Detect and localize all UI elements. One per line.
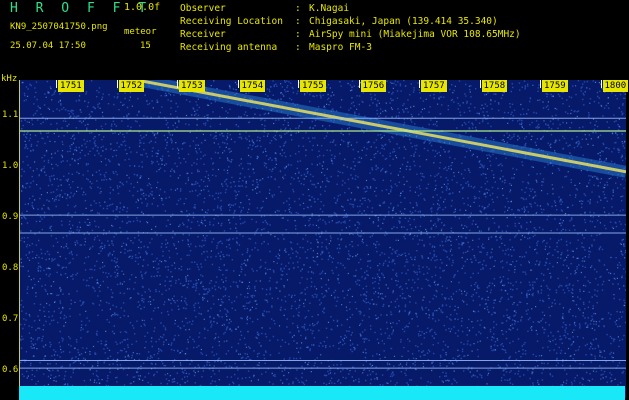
info-row-observer: Observer: K.Nagai — [180, 3, 350, 14]
x-tick-label: 1756 — [360, 80, 387, 92]
y-axis-unit: kHz — [1, 74, 18, 84]
x-tick-label: 1751 — [58, 80, 84, 92]
x-tick-label: 1753 — [179, 80, 205, 92]
x-tick-mark — [56, 80, 57, 88]
y-tick-label: 0.8 — [2, 262, 19, 273]
x-tick-label: 1754 — [239, 80, 266, 92]
meteor-label: meteor — [124, 27, 157, 37]
meteor-count: 15 — [140, 41, 151, 51]
x-tick-mark — [419, 80, 420, 88]
x-tick-mark — [237, 80, 239, 88]
spectrogram-svg — [20, 80, 626, 388]
y-tick-label: 0.6 — [2, 364, 19, 375]
version-label: 1.0.0f — [124, 2, 161, 13]
x-tick-mark — [116, 80, 118, 88]
x-tick-mark — [600, 80, 602, 88]
y-tick-label: 1.0 — [2, 160, 19, 171]
info-row-receiver: Receiver: AirSpy mini (Miakejima VOR 108.… — [180, 29, 521, 40]
x-tick-label: 1755 — [300, 80, 326, 92]
x-tick-mark — [479, 80, 481, 88]
x-tick-label: 1759 — [542, 80, 568, 92]
y-tick-label: 1.1 — [2, 109, 19, 120]
x-tick-mark — [177, 80, 178, 88]
info-row-location: Receiving Location: Chigasaki, Japan (139… — [180, 16, 498, 27]
x-tick-mark — [358, 80, 360, 88]
header-panel: H R O F F T 1.0.0f KN9_2507041750.png me… — [0, 0, 629, 74]
x-tick-label: 1757 — [421, 80, 447, 92]
signal-level-band — [19, 386, 625, 400]
spectrogram-plot — [19, 80, 626, 398]
x-tick-label: 1752 — [118, 80, 145, 92]
y-tick-label: 0.9 — [2, 211, 19, 222]
station-info: Observer: K.Nagai Receiving Location: Chig… — [180, 2, 521, 54]
x-tick-label: 1758 — [481, 80, 508, 92]
x-tick-mark — [540, 80, 541, 88]
x-tick-mark — [298, 80, 299, 88]
filename-label: KN9_2507041750.png — [10, 22, 108, 32]
datetime-label: 25.07.04 17:50 — [10, 41, 86, 51]
y-tick-label: 0.7 — [2, 313, 19, 324]
x-tick-label: 1800 — [602, 80, 629, 92]
info-row-antenna: Receiving antenna: Maspro FM-3 — [180, 42, 372, 53]
